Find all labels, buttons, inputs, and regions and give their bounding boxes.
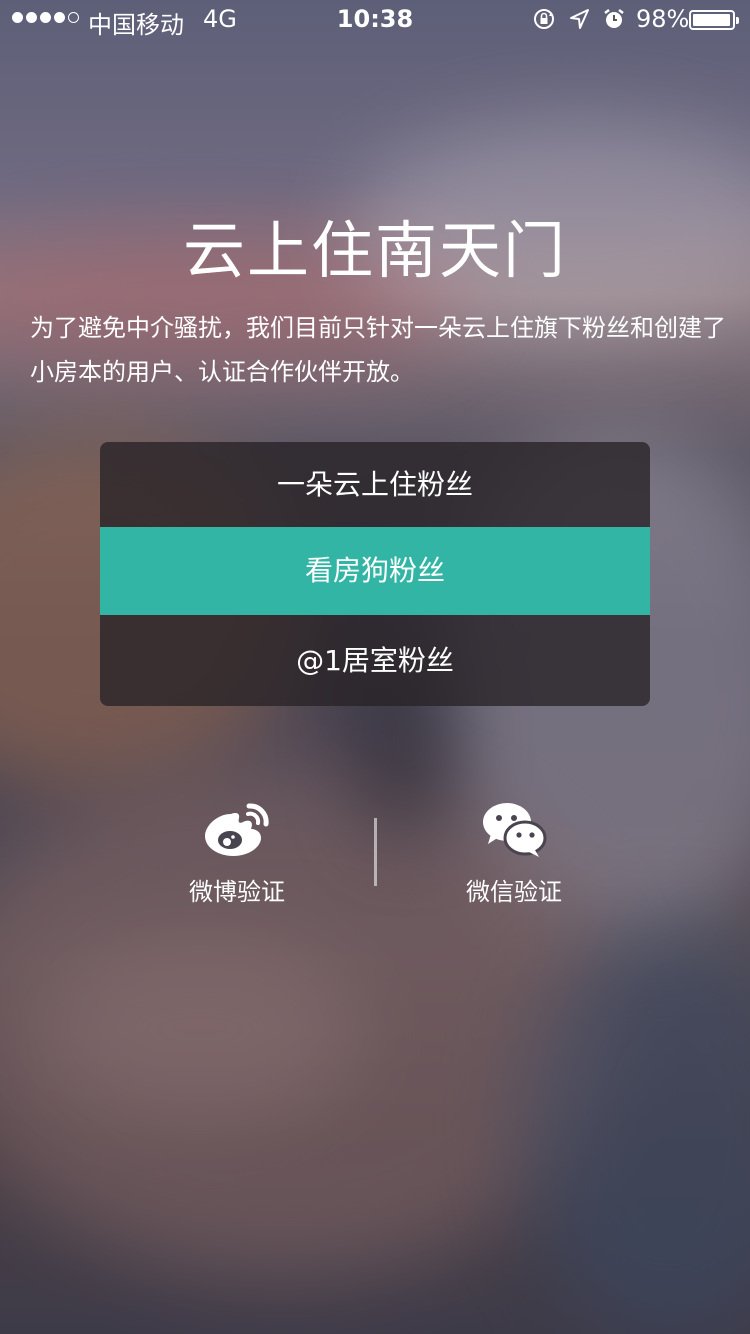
battery-level [693, 14, 730, 26]
screen: 中国移动 4G 10:38 98% 云上住南天门 为了避免中介骚扰，我们目前只针… [0, 0, 750, 1334]
location-icon [570, 9, 589, 29]
status-icons [532, 7, 626, 31]
weibo-verify-label: 微博验证 [189, 878, 285, 906]
battery-icon [689, 10, 739, 30]
option-kanfanggou-fans[interactable]: 看房狗粉丝 [100, 527, 650, 615]
wechat-verify-label: 微信验证 [466, 878, 562, 906]
intro-text: 为了避免中介骚扰，我们目前只针对一朵云上住旗下粉丝和创建了小房本的用户、认证合作… [30, 314, 726, 386]
verify-divider [374, 818, 377, 886]
page-title: 云上住南天门 [182, 214, 567, 287]
alarm-icon [604, 9, 624, 28]
rotation-lock-icon [534, 9, 554, 29]
battery-percent: 98% [636, 5, 690, 33]
status-bar: 中国移动 4G 10:38 98% [0, 0, 750, 40]
weibo-icon [205, 803, 269, 856]
option-yiduoyun-fans[interactable]: 一朵云上住粉丝 [100, 442, 650, 527]
background-rock-highlight [40, 940, 360, 1120]
weibo-verify-button[interactable]: 微博验证 [137, 800, 337, 907]
fan-group-options: 一朵云上住粉丝 看房狗粉丝 @1居室粉丝 [100, 442, 650, 706]
option-1jushi-fans[interactable]: @1居室粉丝 [100, 615, 650, 706]
wechat-icon [483, 803, 547, 857]
wechat-verify-button[interactable]: 微信验证 [414, 800, 614, 907]
